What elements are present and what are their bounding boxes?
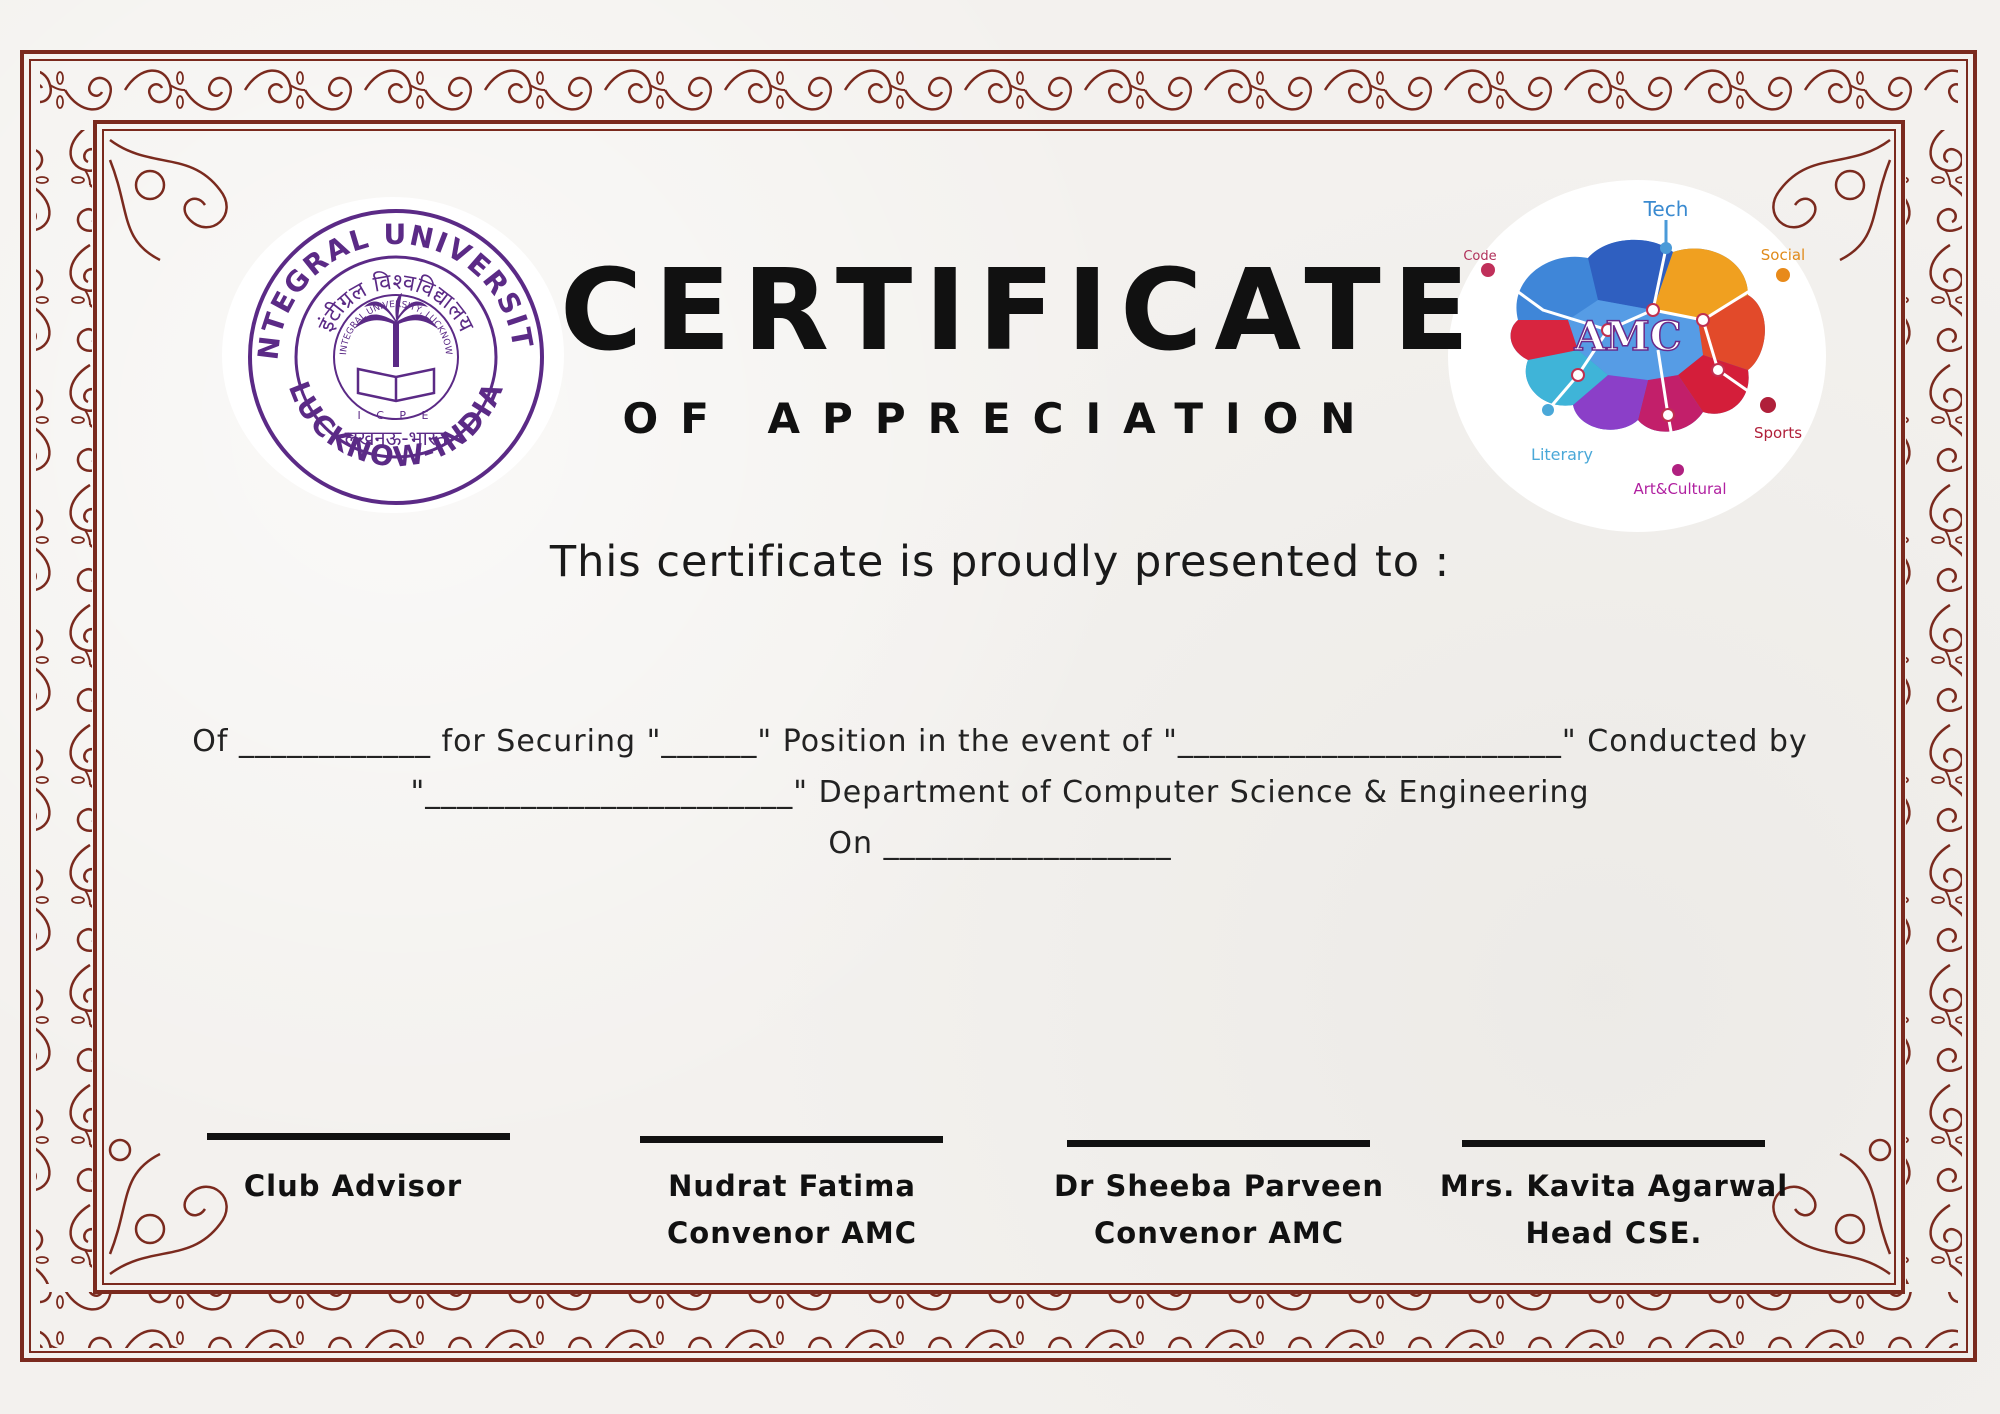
presented-to-text: This certificate is proudly presented to…: [549, 537, 1451, 587]
palm-tree-icon: [354, 293, 438, 367]
seal-inner-letters: I C P E: [358, 409, 435, 422]
amc-label-social: Social: [1761, 246, 1805, 264]
body-line-1: Of ____________ for Securing "______" Po…: [192, 724, 1808, 759]
signatory-3-role: Convenor AMC: [1094, 1216, 1344, 1250]
certificate-title: CERTIFICATE: [560, 246, 1482, 376]
amc-club-logo: AMC Tech Social Code Sports Literary Art…: [1448, 180, 1826, 532]
amc-label-art-cultural: Art&Cultural: [1633, 480, 1726, 498]
integral-university-logo: INTEGRAL UNIVERSITY LUCKNOW-INDIA इंटीग्…: [222, 197, 564, 513]
signature-line-4: [1462, 1140, 1765, 1147]
university-seal-icon: INTEGRAL UNIVERSITY LUCKNOW-INDIA इंटीग्…: [222, 197, 544, 505]
seal-hindi-bottom: लखनऊ-भारत: [345, 426, 448, 450]
signatory-2-role: Convenor AMC: [667, 1216, 917, 1250]
amc-label-sports: Sports: [1754, 424, 1802, 442]
signatory-2: Nudrat Fatima Convenor AMC: [592, 1163, 992, 1257]
signature-line-3: [1067, 1140, 1370, 1147]
signatory-2-name: Nudrat Fatima: [668, 1169, 916, 1203]
signatory-4-role: Head CSE.: [1525, 1216, 1703, 1250]
amc-label-literary: Literary: [1531, 445, 1593, 464]
amc-center-text: AMC: [1573, 313, 1681, 360]
amc-label-tech: Tech: [1643, 197, 1689, 221]
signatory-3-name: Dr Sheeba Parveen: [1054, 1169, 1384, 1203]
certificate-subtitle: OF APPRECIATION: [622, 394, 1378, 443]
signatory-4: Mrs. Kavita Agarwal Head CSE.: [1414, 1163, 1814, 1257]
signature-line-2: [640, 1136, 943, 1143]
signatory-4-name: Mrs. Kavita Agarwal: [1439, 1169, 1789, 1203]
signatory-1: Club Advisor: [153, 1163, 553, 1210]
signatory-1-name: Club Advisor: [243, 1169, 463, 1203]
book-icon: [356, 367, 436, 403]
brain-network-icon: AMC Tech Social Code Sports Literary Art…: [1463, 197, 1805, 498]
body-line-3: On __________________: [828, 826, 1172, 861]
signatory-3: Dr Sheeba Parveen Convenor AMC: [1019, 1163, 1419, 1257]
body-line-2: "_______________________" Department of …: [410, 775, 1590, 810]
signature-line-1: [207, 1133, 510, 1140]
